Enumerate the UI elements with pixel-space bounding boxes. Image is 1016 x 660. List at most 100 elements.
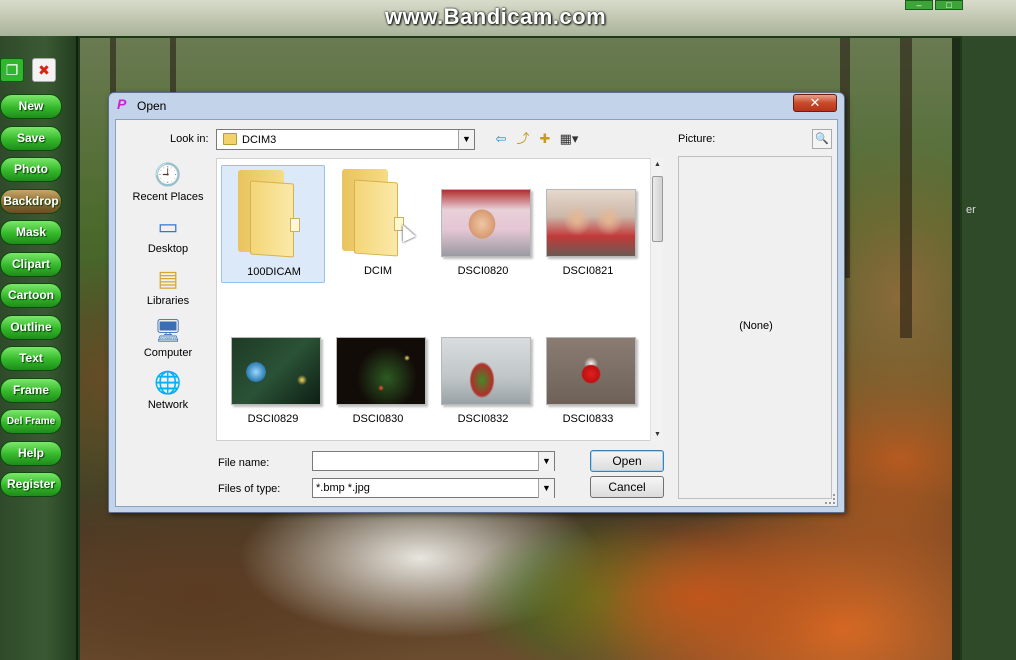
dialog-title: Open <box>137 99 167 113</box>
dialog-title-bar[interactable]: P Open ✕ <box>109 93 844 117</box>
image-item[interactable]: DSCI0829 <box>221 313 325 431</box>
left-toolbar: ❐ ✖ New Save Photo Backdrop Mask Clipart… <box>0 36 78 660</box>
text-button[interactable]: Text <box>0 346 62 371</box>
photo-thumbnail <box>546 337 636 405</box>
desktop-icon: ▭ <box>157 214 179 239</box>
del-frame-button[interactable]: Del Frame <box>0 409 62 434</box>
toolbar-buttons: New Save Photo Backdrop Mask Clipart Car… <box>0 94 64 504</box>
preview-pane: (None) <box>678 156 832 499</box>
look-in-dropdown[interactable]: DCIM3 ▼ <box>216 129 475 150</box>
copy-icon[interactable]: ❐ <box>0 58 24 82</box>
image-item[interactable]: DSCI0833 <box>536 313 640 431</box>
image-item[interactable]: DSCI0830 <box>326 313 430 431</box>
file-name-label: DSCI0833 <box>562 413 614 425</box>
clipart-button[interactable]: Clipart <box>0 251 62 277</box>
preview-value: (None) <box>739 320 773 332</box>
image-item[interactable]: DSCI0821 <box>536 165 640 283</box>
photo-thumbnail <box>336 337 426 405</box>
file-list[interactable]: 100DICAM DCIM DSCI0820 DSCI0821 DSCI0829 <box>216 158 663 441</box>
backdrop-button[interactable]: Backdrop <box>0 188 62 214</box>
view-menu-icon[interactable]: ▦▾ <box>558 131 580 147</box>
delete-icon[interactable]: ✖ <box>32 58 56 82</box>
place-computer[interactable]: 🖥 Computer <box>124 316 212 368</box>
maximize-button[interactable]: □ <box>935 0 963 10</box>
right-panel-text: er <box>966 204 976 216</box>
folder-item[interactable]: 100DICAM <box>221 165 325 283</box>
libraries-icon: ▤ <box>157 266 179 291</box>
file-name-field[interactable]: ▼ <box>312 451 555 471</box>
help-button[interactable]: Help <box>0 440 62 466</box>
place-libraries[interactable]: ▤ Libraries <box>124 264 212 316</box>
file-name-label: 100DICAM <box>247 266 301 278</box>
file-name-label: DSCI0821 <box>562 265 614 277</box>
computer-icon: 🖥 <box>154 318 182 343</box>
place-network[interactable]: 🌐 Network <box>124 368 212 420</box>
dialog-body: Look in: DCIM3 ▼ ⇦ ⤴ ✚ ▦▾ 🕘 Recent Place… <box>115 119 838 507</box>
place-desktop[interactable]: ▭ Desktop <box>124 212 212 264</box>
save-button[interactable]: Save <box>0 125 62 151</box>
tree-trunk <box>900 38 912 338</box>
chevron-down-icon[interactable]: ▼ <box>458 130 474 149</box>
photo-thumbnail <box>231 337 321 405</box>
places-bar: 🕘 Recent Places ▭ Desktop ▤ Libraries 🖥 … <box>124 160 212 420</box>
scroll-down-icon[interactable]: ▼ <box>651 428 664 441</box>
canvas-border <box>952 38 960 660</box>
files-of-type-label: Files of type: <box>218 483 281 495</box>
new-button[interactable]: New <box>0 94 62 119</box>
photo-thumbnail <box>441 337 531 405</box>
up-folder-icon[interactable]: ⤴ <box>514 131 532 147</box>
frame-button[interactable]: Frame <box>0 377 62 403</box>
title-bar: www.Bandicam.com – □ <box>0 0 1016 36</box>
place-label: Desktop <box>147 243 189 255</box>
close-button[interactable]: ✕ <box>793 94 837 112</box>
right-panel <box>962 36 1016 660</box>
file-list-scrollbar[interactable]: ▲ ▼ <box>650 158 663 441</box>
new-folder-icon[interactable]: ✚ <box>536 131 554 147</box>
place-label: Network <box>147 399 189 411</box>
back-icon[interactable]: ⇦ <box>492 131 510 147</box>
register-button[interactable]: Register <box>0 472 62 497</box>
mask-button[interactable]: Mask <box>0 220 62 245</box>
place-label: Computer <box>143 347 193 359</box>
preview-toggle-icon[interactable]: 🔍 <box>812 129 832 149</box>
scroll-up-icon[interactable]: ▲ <box>651 158 664 171</box>
cartoon-button[interactable]: Cartoon <box>0 283 62 308</box>
folder-icon <box>332 165 422 261</box>
preview-label: Picture: <box>678 133 716 145</box>
network-icon: 🌐 <box>154 370 182 395</box>
photo-button[interactable]: Photo <box>0 157 62 182</box>
files-of-type-value: *.bmp *.jpg <box>316 482 370 494</box>
files-of-type-dropdown[interactable]: *.bmp *.jpg ▼ <box>312 478 555 498</box>
chevron-down-icon[interactable]: ▼ <box>538 452 554 471</box>
scroll-thumb[interactable] <box>652 176 663 242</box>
folder-item[interactable]: DCIM <box>326 165 430 283</box>
file-name-label: DSCI0830 <box>352 413 404 425</box>
photo-thumbnail <box>546 189 636 257</box>
open-dialog: P Open ✕ Look in: DCIM3 ▼ ⇦ ⤴ ✚ ▦▾ 🕘 Rec… <box>108 92 845 513</box>
file-name-label: File name: <box>218 457 270 469</box>
photo-thumbnail <box>441 189 531 257</box>
image-item[interactable]: DSCI0820 <box>431 165 535 283</box>
file-name-label: DSCI0832 <box>457 413 509 425</box>
window-controls: – □ <box>905 0 963 10</box>
folder-icon <box>228 166 318 262</box>
minimize-button[interactable]: – <box>905 0 933 10</box>
image-item[interactable]: DSCI0832 <box>431 313 535 431</box>
chevron-down-icon[interactable]: ▼ <box>538 479 554 498</box>
resize-grip[interactable] <box>825 494 835 504</box>
file-name-label: DCIM <box>363 265 393 277</box>
app-icon: P <box>117 96 127 112</box>
place-label: Recent Places <box>132 191 204 203</box>
place-recent-places[interactable]: 🕘 Recent Places <box>124 160 212 212</box>
nav-toolbar: ⇦ ⤴ ✚ ▦▾ <box>492 131 580 147</box>
folder-icon <box>223 133 237 145</box>
cancel-button[interactable]: Cancel <box>590 476 664 498</box>
outline-button[interactable]: Outline <box>0 314 62 340</box>
recent-places-icon: 🕘 <box>154 162 182 187</box>
file-name-label: DSCI0829 <box>247 413 299 425</box>
look-in-value: DCIM3 <box>242 134 277 146</box>
watermark: www.Bandicam.com <box>385 4 607 29</box>
look-in-label: Look in: <box>170 133 209 145</box>
open-button[interactable]: Open <box>590 450 664 472</box>
file-name-label: DSCI0820 <box>457 265 509 277</box>
